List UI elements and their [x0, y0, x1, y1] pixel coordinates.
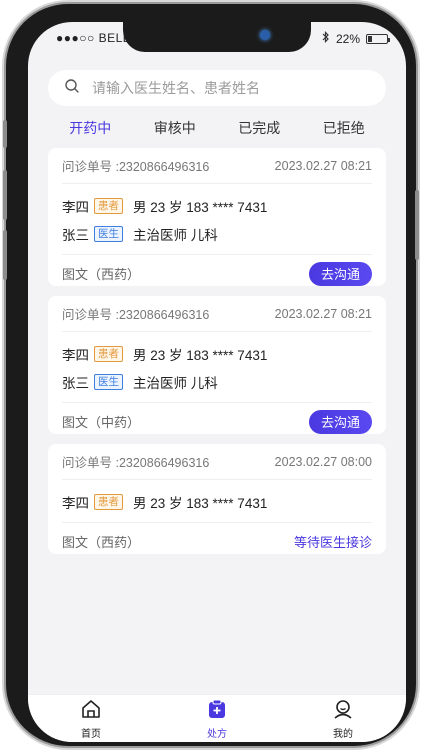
consult-type: 图文（西药） — [62, 535, 141, 550]
bottom-nav: 首页 处方 我的 — [28, 694, 406, 742]
waiting-status-link[interactable]: 等待医生接诊 — [294, 532, 372, 551]
nav-prescription-label: 处方 — [207, 728, 227, 740]
nav-home-label: 首页 — [81, 728, 101, 740]
order-number: 问诊单号 :2320866496316 — [62, 456, 210, 470]
status-right: 22% — [322, 31, 390, 46]
patient-tag: 患者 — [94, 198, 123, 214]
order-datetime: 2023.02.27 08:00 — [274, 454, 372, 469]
order-datetime: 2023.02.27 08:21 — [274, 158, 372, 173]
profile-icon — [332, 698, 354, 725]
card-footer: 图文（西药） 去沟通 — [62, 254, 372, 292]
battery-fill — [368, 35, 372, 42]
notch — [123, 22, 311, 52]
card-header: 问诊单号 :2320866496316 2023.02.27 08:21 — [62, 148, 372, 184]
order-datetime: 2023.02.27 08:21 — [274, 306, 372, 321]
search-bar[interactable] — [48, 70, 386, 106]
order-number: 问诊单号 :2320866496316 — [62, 160, 210, 174]
patient-name: 李四 — [62, 348, 89, 363]
card-header: 问诊单号 :2320866496316 2023.02.27 08:00 — [62, 444, 372, 480]
doctor-info: 主治医师 儿科 — [133, 228, 218, 243]
patient-name: 李四 — [62, 496, 89, 511]
doctor-name: 张三 — [62, 228, 89, 243]
patient-info: 男 23 岁 183 **** 7431 — [133, 348, 268, 363]
doctor-name: 张三 — [62, 376, 89, 391]
order-card[interactable]: 问诊单号 :2320866496316 2023.02.27 08:21 李四 … — [48, 296, 386, 434]
status-carrier: ●●●○○ BELL — [56, 31, 130, 45]
battery-percent: 22% — [335, 31, 360, 46]
patient-row: 李四 患者 男 23 岁 183 **** 7431 — [62, 340, 386, 368]
side-button — [3, 170, 7, 220]
battery-icon — [366, 33, 390, 44]
search-icon — [64, 78, 80, 99]
chat-button[interactable]: 去沟通 — [308, 409, 372, 434]
bluetooth-icon — [322, 31, 330, 46]
side-button — [3, 230, 7, 280]
phone-frame: ●●●○○ BELL 22% 开药中 审核中 已完成 已拒绝 问诊单号 :232… — [6, 4, 416, 746]
order-card[interactable]: 问诊单号 :2320866496316 2023.02.27 08:00 李四 … — [48, 444, 386, 554]
nav-prescription[interactable]: 处方 — [177, 698, 257, 740]
doctor-info: 主治医师 儿科 — [133, 376, 218, 391]
patient-name: 李四 — [62, 200, 89, 215]
patient-info: 男 23 岁 183 **** 7431 — [133, 200, 268, 215]
nav-profile-label: 我的 — [333, 728, 353, 740]
doctor-row: 张三 医生 主治医师 儿科 — [62, 368, 386, 396]
doctor-tag: 医生 — [94, 374, 123, 390]
home-icon — [80, 698, 102, 725]
patient-row: 李四 患者 男 23 岁 183 **** 7431 — [62, 488, 386, 516]
screen: ●●●○○ BELL 22% 开药中 审核中 已完成 已拒绝 问诊单号 :232… — [28, 22, 406, 742]
consult-type: 图文（中药） — [62, 415, 141, 430]
card-header: 问诊单号 :2320866496316 2023.02.27 08:21 — [62, 296, 372, 332]
patient-row: 李四 患者 男 23 岁 183 **** 7431 — [62, 192, 386, 220]
tab-completed[interactable]: 已完成 — [232, 118, 286, 144]
camera-dot — [260, 30, 270, 40]
card-footer: 图文（中药） 去沟通 — [62, 402, 372, 440]
doctor-row: 张三 医生 主治医师 儿科 — [62, 220, 386, 248]
tab-bar: 开药中 审核中 已完成 已拒绝 — [48, 118, 386, 150]
patient-tag: 患者 — [94, 346, 123, 362]
consult-type: 图文（西药） — [62, 267, 141, 282]
side-button — [415, 190, 419, 260]
nav-profile[interactable]: 我的 — [303, 698, 383, 740]
nav-home[interactable]: 首页 — [51, 698, 131, 740]
order-card[interactable]: 问诊单号 :2320866496316 2023.02.27 08:21 李四 … — [48, 148, 386, 286]
card-footer: 图文（西药） 等待医生接诊 — [62, 522, 372, 560]
tab-prescribing[interactable]: 开药中 — [63, 118, 118, 150]
chat-button[interactable]: 去沟通 — [308, 261, 372, 286]
doctor-tag: 医生 — [94, 226, 123, 242]
tab-rejected[interactable]: 已拒绝 — [317, 118, 371, 144]
prescription-icon — [206, 698, 228, 725]
tab-reviewing[interactable]: 审核中 — [148, 118, 202, 144]
search-input[interactable] — [92, 80, 362, 96]
order-number: 问诊单号 :2320866496316 — [62, 308, 210, 322]
patient-info: 男 23 岁 183 **** 7431 — [133, 496, 268, 511]
patient-tag: 患者 — [94, 494, 123, 510]
side-button — [3, 120, 7, 148]
